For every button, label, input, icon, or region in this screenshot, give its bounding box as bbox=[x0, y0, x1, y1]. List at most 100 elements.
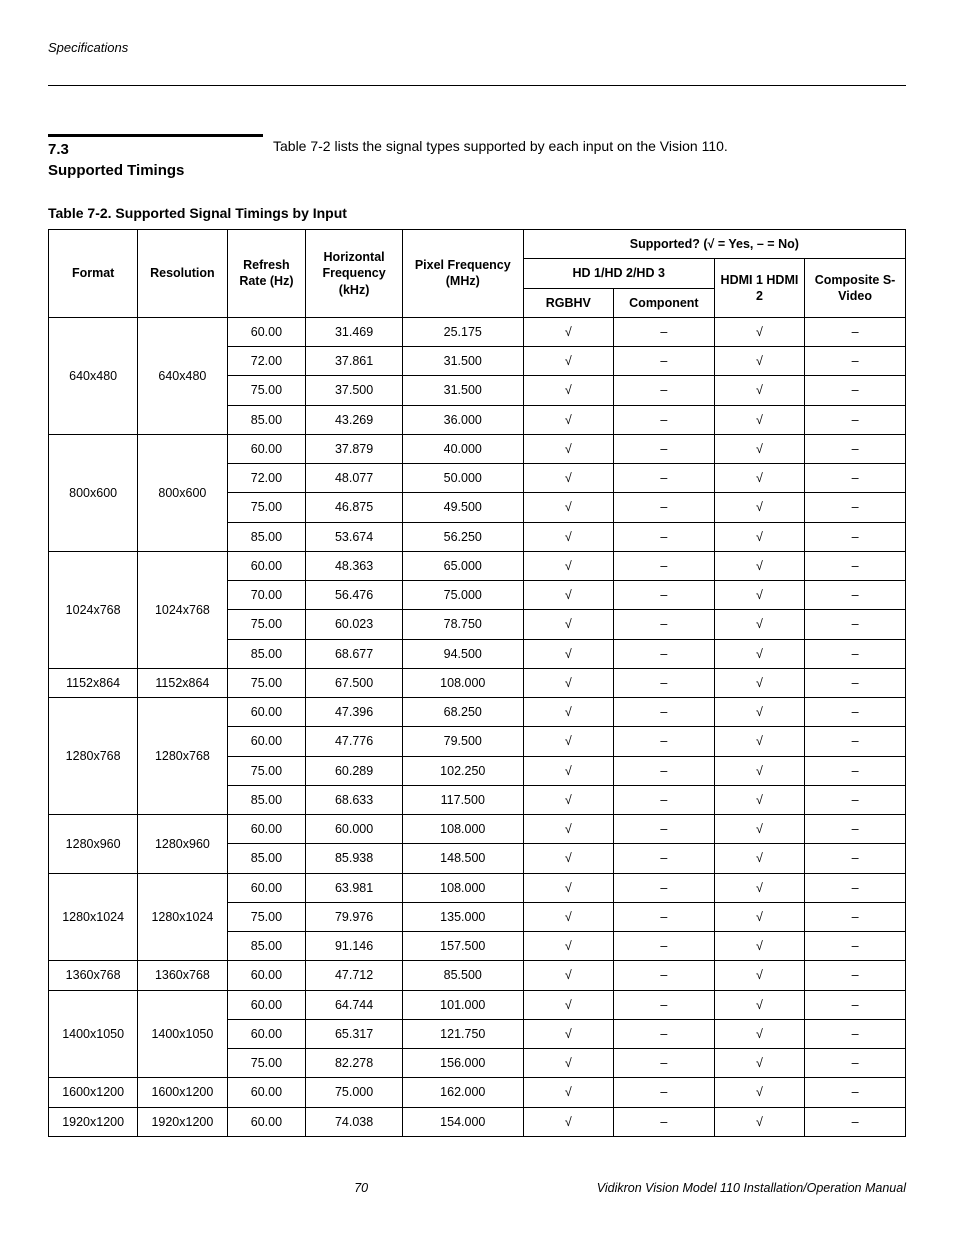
cell-rgbhv: √ bbox=[523, 376, 613, 405]
cell-format: 1600x1200 bbox=[49, 1078, 138, 1107]
cell-pfreq: 49.500 bbox=[402, 493, 523, 522]
cell-rgbhv: √ bbox=[523, 785, 613, 814]
cell-pfreq: 36.000 bbox=[402, 405, 523, 434]
manual-title: Vidikron Vision Model 110 Installation/O… bbox=[391, 1181, 906, 1195]
cell-component: – bbox=[613, 347, 714, 376]
cell-refresh: 85.00 bbox=[227, 785, 306, 814]
cell-format: 1280x1024 bbox=[49, 873, 138, 961]
cell-refresh: 60.00 bbox=[227, 1078, 306, 1107]
cell-composite: – bbox=[805, 610, 906, 639]
cell-hfreq: 53.674 bbox=[306, 522, 403, 551]
cell-hfreq: 65.317 bbox=[306, 1019, 403, 1048]
cell-refresh: 85.00 bbox=[227, 639, 306, 668]
cell-component: – bbox=[613, 639, 714, 668]
cell-refresh: 75.00 bbox=[227, 756, 306, 785]
cell-hdmi: √ bbox=[714, 317, 804, 346]
cell-rgbhv: √ bbox=[523, 522, 613, 551]
cell-pfreq: 148.500 bbox=[402, 844, 523, 873]
cell-composite: – bbox=[805, 727, 906, 756]
cell-rgbhv: √ bbox=[523, 756, 613, 785]
cell-refresh: 85.00 bbox=[227, 844, 306, 873]
section-number: 7.3 bbox=[48, 139, 273, 160]
cell-composite: – bbox=[805, 1019, 906, 1048]
cell-component: – bbox=[613, 698, 714, 727]
cell-pfreq: 50.000 bbox=[402, 464, 523, 493]
cell-pfreq: 156.000 bbox=[402, 1049, 523, 1078]
cell-resolution: 640x480 bbox=[138, 317, 227, 434]
cell-hfreq: 37.879 bbox=[306, 434, 403, 463]
th-composite: Composite S-Video bbox=[805, 259, 906, 318]
cell-rgbhv: √ bbox=[523, 902, 613, 931]
cell-refresh: 85.00 bbox=[227, 932, 306, 961]
section-heading: 7.3 Supported Timings Table 7-2 lists th… bbox=[48, 134, 906, 181]
cell-component: – bbox=[613, 434, 714, 463]
cell-composite: – bbox=[805, 639, 906, 668]
cell-hdmi: √ bbox=[714, 756, 804, 785]
cell-composite: – bbox=[805, 434, 906, 463]
cell-rgbhv: √ bbox=[523, 844, 613, 873]
cell-composite: – bbox=[805, 873, 906, 902]
cell-hfreq: 79.976 bbox=[306, 902, 403, 931]
cell-component: – bbox=[613, 551, 714, 580]
cell-composite: – bbox=[805, 902, 906, 931]
cell-hdmi: √ bbox=[714, 932, 804, 961]
cell-hfreq: 37.500 bbox=[306, 376, 403, 405]
table-row: 800x600800x60060.0037.87940.000√–√– bbox=[49, 434, 906, 463]
cell-rgbhv: √ bbox=[523, 990, 613, 1019]
cell-rgbhv: √ bbox=[523, 405, 613, 434]
section-title: Supported Timings bbox=[48, 160, 273, 181]
cell-rgbhv: √ bbox=[523, 464, 613, 493]
cell-resolution: 1400x1050 bbox=[138, 990, 227, 1078]
table-row: 1920x12001920x120060.0074.038154.000√–√– bbox=[49, 1107, 906, 1136]
cell-composite: – bbox=[805, 493, 906, 522]
cell-pfreq: 108.000 bbox=[402, 815, 523, 844]
cell-hfreq: 46.875 bbox=[306, 493, 403, 522]
cell-composite: – bbox=[805, 932, 906, 961]
th-hd: HD 1/HD 2/HD 3 bbox=[523, 259, 714, 288]
cell-composite: – bbox=[805, 581, 906, 610]
cell-rgbhv: √ bbox=[523, 727, 613, 756]
cell-rgbhv: √ bbox=[523, 581, 613, 610]
cell-refresh: 75.00 bbox=[227, 1049, 306, 1078]
cell-component: – bbox=[613, 1078, 714, 1107]
table-caption: Table 7-2. Supported Signal Timings by I… bbox=[48, 205, 906, 221]
cell-resolution: 1600x1200 bbox=[138, 1078, 227, 1107]
cell-hfreq: 37.861 bbox=[306, 347, 403, 376]
cell-hdmi: √ bbox=[714, 493, 804, 522]
cell-hfreq: 68.633 bbox=[306, 785, 403, 814]
cell-hdmi: √ bbox=[714, 727, 804, 756]
cell-rgbhv: √ bbox=[523, 434, 613, 463]
cell-hdmi: √ bbox=[714, 464, 804, 493]
cell-pfreq: 108.000 bbox=[402, 873, 523, 902]
cell-hfreq: 67.500 bbox=[306, 668, 403, 697]
cell-rgbhv: √ bbox=[523, 815, 613, 844]
cell-format: 1152x864 bbox=[49, 668, 138, 697]
cell-rgbhv: √ bbox=[523, 1107, 613, 1136]
th-hdmi: HDMI 1 HDMI 2 bbox=[714, 259, 804, 318]
cell-composite: – bbox=[805, 405, 906, 434]
cell-hfreq: 60.289 bbox=[306, 756, 403, 785]
cell-hfreq: 82.278 bbox=[306, 1049, 403, 1078]
cell-hfreq: 74.038 bbox=[306, 1107, 403, 1136]
cell-composite: – bbox=[805, 1107, 906, 1136]
cell-component: – bbox=[613, 610, 714, 639]
cell-rgbhv: √ bbox=[523, 610, 613, 639]
cell-rgbhv: √ bbox=[523, 1019, 613, 1048]
page-footer: 70 Vidikron Vision Model 110 Installatio… bbox=[48, 1181, 906, 1195]
cell-hdmi: √ bbox=[714, 551, 804, 580]
cell-rgbhv: √ bbox=[523, 932, 613, 961]
cell-rgbhv: √ bbox=[523, 639, 613, 668]
cell-hfreq: 47.712 bbox=[306, 961, 403, 990]
cell-hdmi: √ bbox=[714, 902, 804, 931]
section-intro: Table 7-2 lists the signal types support… bbox=[273, 134, 728, 154]
cell-component: – bbox=[613, 522, 714, 551]
cell-composite: – bbox=[805, 815, 906, 844]
cell-component: – bbox=[613, 756, 714, 785]
cell-composite: – bbox=[805, 785, 906, 814]
cell-rgbhv: √ bbox=[523, 1049, 613, 1078]
cell-component: – bbox=[613, 815, 714, 844]
th-format: Format bbox=[49, 230, 138, 318]
cell-hdmi: √ bbox=[714, 990, 804, 1019]
cell-refresh: 60.00 bbox=[227, 727, 306, 756]
cell-hdmi: √ bbox=[714, 1049, 804, 1078]
